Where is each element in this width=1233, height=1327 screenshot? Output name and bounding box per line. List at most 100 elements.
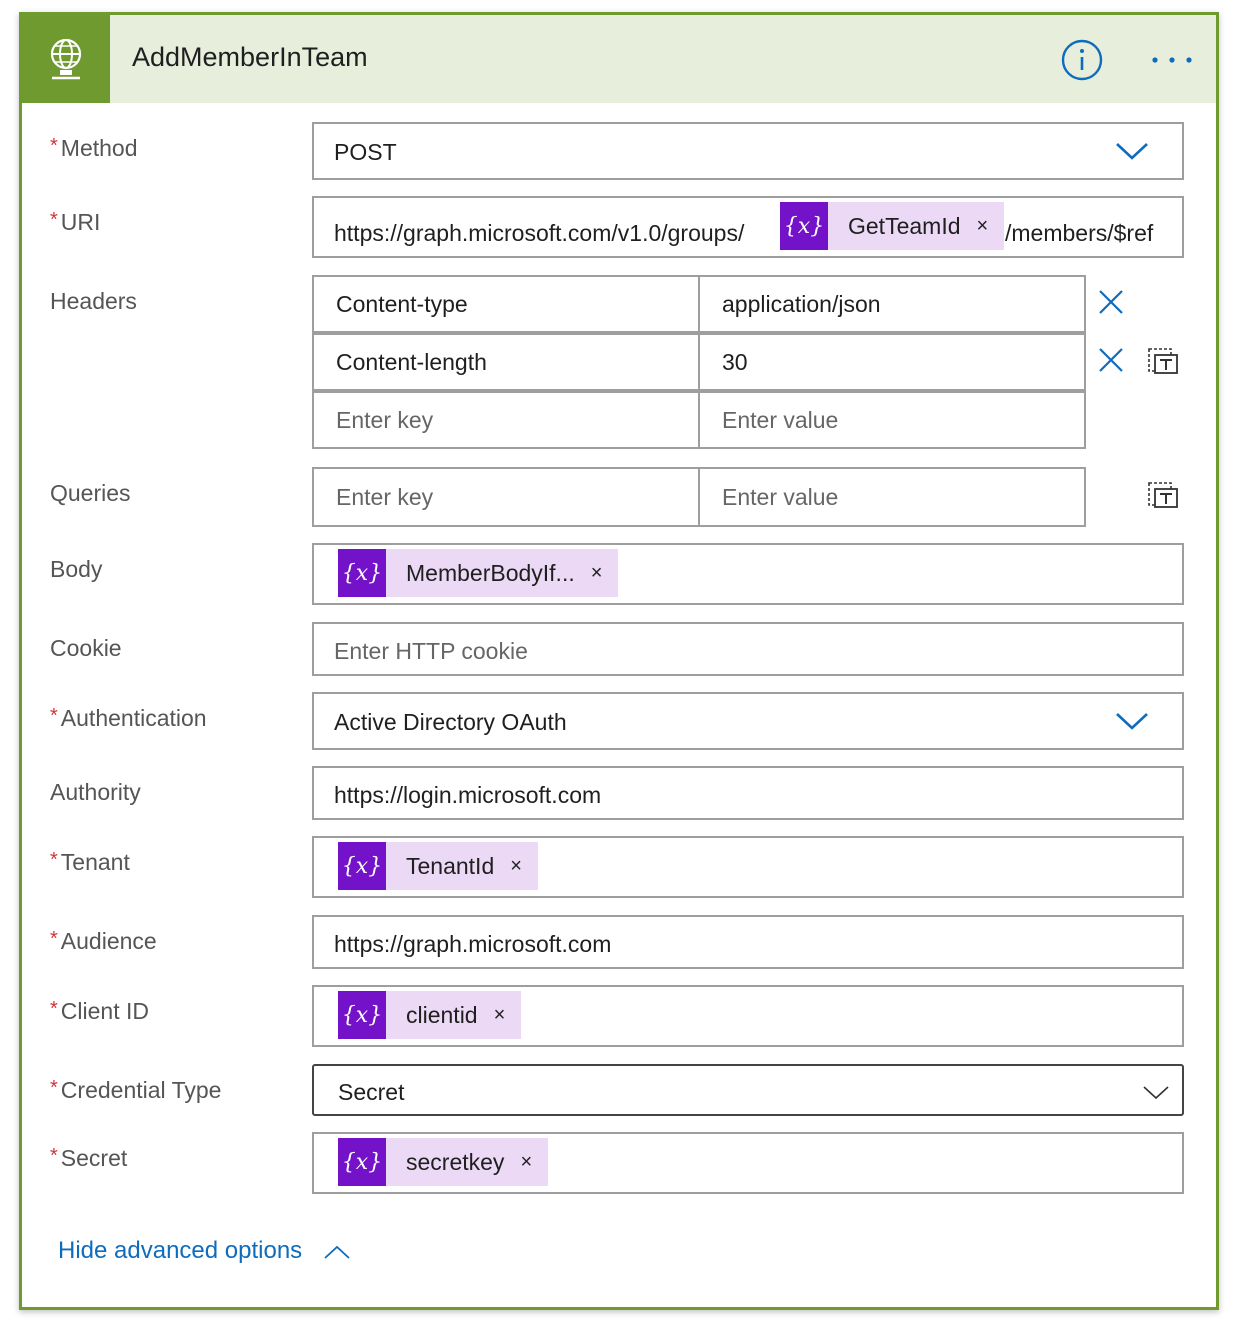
required-asterisk: * (50, 998, 58, 1020)
queries-label: Queries (50, 480, 131, 507)
cookie-label: Cookie (50, 635, 122, 662)
variable-icon: {x} (780, 202, 828, 250)
header-key-input[interactable]: Enter key (312, 391, 700, 449)
method-value: POST (334, 139, 397, 165)
required-asterisk: * (50, 849, 58, 871)
header-key-cell[interactable]: Content-length (312, 333, 700, 391)
card-header[interactable]: AddMemberInTeam (22, 15, 1216, 103)
client-id-token[interactable]: {x} clientid × (338, 991, 522, 1039)
authority-value: https://login.microsoft.com (334, 782, 602, 808)
switch-to-text-mode-icon[interactable] (1147, 345, 1179, 375)
value-placeholder: Enter value (722, 484, 839, 510)
uri-label: * URI (50, 209, 100, 236)
variable-icon: {x} (338, 842, 386, 890)
uri-label-text: URI (60, 209, 101, 235)
headers-label-text: Headers (50, 288, 137, 314)
required-asterisk: * (50, 928, 58, 950)
authority-input[interactable]: https://login.microsoft.com (312, 766, 1184, 820)
required-asterisk: * (50, 1145, 58, 1167)
headers-label: Headers (50, 288, 137, 315)
uri-prefix: https://graph.microsoft.com/v1.0/groups/ (334, 220, 745, 246)
authentication-dropdown[interactable]: Active Directory OAuth (312, 692, 1184, 750)
action-title: AddMemberInTeam (132, 42, 368, 72)
credential-type-dropdown[interactable]: Secret (312, 1064, 1184, 1116)
credential-type-value: Secret (338, 1079, 405, 1105)
authority-label-text: Authority (50, 779, 141, 805)
uri-suffix: /members/$ref (1005, 220, 1154, 246)
chevron-down-icon (1116, 713, 1148, 730)
client-id-label: * Client ID (50, 998, 149, 1025)
token-label: clientid (406, 1001, 478, 1028)
credential-type-label-text: Credential Type (60, 1077, 222, 1103)
header-key-cell[interactable]: Content-type (312, 275, 700, 333)
token-label: GetTeamId (848, 212, 961, 239)
header-value-input[interactable]: Enter value (698, 391, 1086, 449)
key-placeholder: Enter key (336, 407, 434, 433)
secret-input[interactable]: {x} secretkey × (312, 1132, 1184, 1194)
authentication-value: Active Directory OAuth (334, 709, 567, 735)
secret-token[interactable]: {x} secretkey × (338, 1138, 549, 1186)
key-placeholder: Enter key (336, 484, 434, 510)
cookie-input[interactable]: Enter HTTP cookie (312, 622, 1184, 676)
variable-icon: {x} (338, 549, 386, 597)
authentication-label-text: Authentication (60, 705, 207, 731)
uri-input[interactable]: https://graph.microsoft.com/v1.0/groups/… (312, 196, 1184, 258)
header-key: Content-type (336, 291, 468, 317)
queries-label-text: Queries (50, 480, 131, 506)
body-input[interactable]: {x} MemberBodyIf... × (312, 543, 1184, 605)
required-asterisk: * (50, 1077, 58, 1099)
tenant-input[interactable]: {x} TenantId × (312, 836, 1184, 898)
chevron-down-icon (1143, 1086, 1169, 1100)
method-dropdown[interactable]: POST (312, 122, 1184, 180)
header-value: application/json (722, 291, 881, 317)
switch-to-text-mode-icon[interactable] (1147, 479, 1179, 509)
action-card: AddMemberInTeam * Method POST * URI http… (19, 12, 1219, 1310)
token-label: TenantId (406, 852, 495, 879)
audience-label: * Audience (50, 928, 157, 955)
value-placeholder: Enter value (722, 407, 839, 433)
remove-token-icon[interactable]: × (977, 215, 989, 238)
body-token[interactable]: {x} MemberBodyIf... × (338, 549, 619, 597)
remove-token-icon[interactable]: × (494, 1004, 506, 1027)
hide-advanced-label: Hide advanced options (58, 1237, 303, 1264)
required-asterisk: * (50, 209, 58, 231)
query-value-input[interactable]: Enter value (698, 467, 1086, 527)
header-value-cell[interactable]: application/json (698, 275, 1086, 333)
cookie-label-text: Cookie (50, 635, 122, 661)
http-globe-icon (22, 15, 110, 103)
tenant-label-text: Tenant (60, 849, 130, 875)
required-asterisk: * (50, 705, 58, 727)
remove-token-icon[interactable]: × (591, 562, 603, 585)
info-icon[interactable] (1061, 39, 1103, 81)
body-label: Body (50, 556, 102, 583)
method-label-text: Method (60, 135, 138, 161)
credential-type-label: * Credential Type (50, 1077, 221, 1104)
remove-token-icon[interactable]: × (510, 855, 522, 878)
audience-value: https://graph.microsoft.com (334, 931, 612, 957)
client-id-input[interactable]: {x} clientid × (312, 985, 1184, 1047)
tenant-token[interactable]: {x} TenantId × (338, 842, 538, 890)
header-key: Content-length (336, 349, 487, 375)
secret-label: * Secret (50, 1145, 127, 1172)
client-id-label-text: Client ID (60, 998, 149, 1024)
hide-advanced-options-link[interactable]: Hide advanced options (58, 1237, 351, 1265)
cookie-placeholder: Enter HTTP cookie (334, 638, 528, 664)
more-icon[interactable] (1150, 49, 1194, 71)
remove-token-icon[interactable]: × (520, 1151, 532, 1174)
token-label: secretkey (406, 1148, 505, 1175)
delete-row-icon[interactable] (1098, 347, 1124, 373)
authority-label: Authority (50, 779, 141, 806)
required-asterisk: * (50, 135, 58, 157)
method-label: * Method (50, 135, 138, 162)
token-label: MemberBodyIf... (406, 559, 575, 586)
uri-token[interactable]: {x} GetTeamId × (780, 202, 1005, 250)
variable-icon: {x} (338, 991, 386, 1039)
body-label-text: Body (50, 556, 103, 582)
audience-label-text: Audience (60, 928, 157, 954)
query-key-input[interactable]: Enter key (312, 467, 700, 527)
secret-label-text: Secret (60, 1145, 128, 1171)
tenant-label: * Tenant (50, 849, 130, 876)
header-value-cell[interactable]: 30 (698, 333, 1086, 391)
delete-row-icon[interactable] (1098, 289, 1124, 315)
audience-input[interactable]: https://graph.microsoft.com (312, 915, 1184, 969)
